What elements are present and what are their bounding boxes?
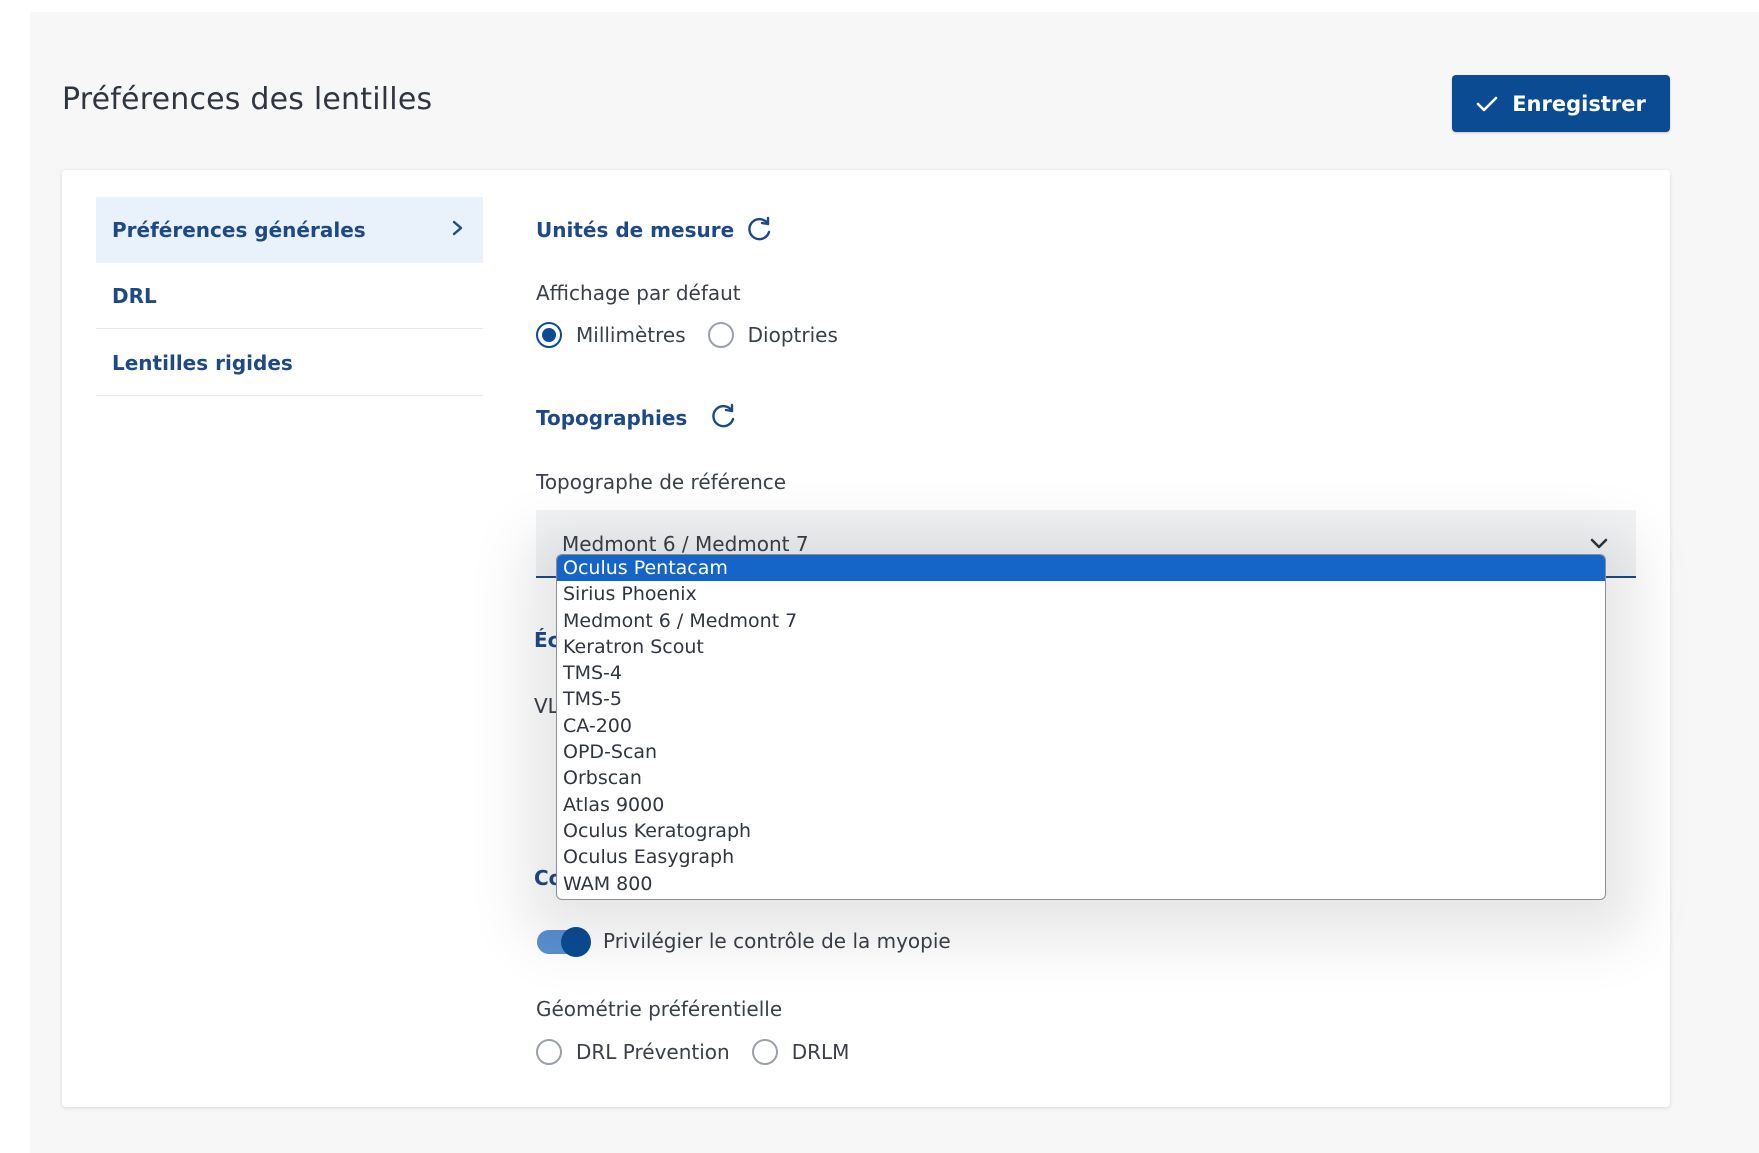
myopia-toggle-label: Privilégier le contrôle de la myopie [603,929,951,953]
dropdown-option[interactable]: Sirius Phoenix [557,581,1605,607]
check-icon [1476,96,1498,111]
radio-millimeters[interactable] [536,322,562,348]
sidebar-item-rigid-lenses[interactable]: Lentilles rigides [96,330,483,396]
sidebar-item-label: DRL [112,283,157,308]
select-value: Medmont 6 / Medmont 7 [562,532,809,556]
units-section-title: Unités de mesure [536,218,735,242]
geometry-label: Géométrie préférentielle [536,997,783,1021]
radio-dioptries[interactable] [707,322,734,348]
sidebar-item-general-preferences[interactable]: Préférences générales [96,197,483,263]
units-radio-group: Millimètres Dioptries [536,322,860,348]
radio-drlm-label: DRLM [791,1040,850,1064]
dropdown-option[interactable]: Orbscan [557,765,1605,791]
dropdown-option[interactable]: TMS-5 [557,686,1605,712]
dropdown-option[interactable]: Atlas 9000 [557,792,1605,818]
dropdown-option[interactable]: Oculus Easygraph [557,844,1605,870]
page-title: Préférences des lentilles [62,82,433,117]
topographies-section-title: Topographies [536,406,688,430]
dropdown-option[interactable]: CA-200 [557,713,1605,739]
dropdown-option[interactable]: WAM 800 [557,871,1605,897]
chevron-right-icon [452,220,463,236]
radio-millimeters-label: Millimètres [576,323,686,347]
dropdown-option[interactable]: Oculus Keratograph [557,818,1605,844]
sidebar-item-label: Lentilles rigides [112,350,293,375]
dropdown-option[interactable]: TMS-4 [557,660,1605,686]
dropdown-option[interactable]: Keratron Scout [557,634,1605,660]
radio-drl-prevention[interactable] [536,1039,562,1065]
refresh-icon[interactable] [746,215,774,243]
reference-topographer-label: Topographe de référence [536,470,787,494]
sidebar-item-drl[interactable]: DRL [96,263,483,329]
radio-drl-prevention-label: DRL Prévention [576,1040,730,1064]
topographer-dropdown-list: Oculus Pentacam Sirius Phoenix Medmont 6 /… [556,554,1606,900]
radio-drlm[interactable] [751,1039,778,1065]
save-button[interactable]: Enregistrer [1452,75,1670,132]
default-display-label: Affichage par défaut [536,281,741,305]
chevron-down-icon [1590,538,1608,549]
refresh-icon[interactable] [710,402,738,430]
save-button-label: Enregistrer [1512,91,1646,116]
myopia-toggle[interactable] [537,927,591,957]
sidebar-item-label: Préférences générales [112,218,366,242]
dropdown-option[interactable]: Medmont 6 / Medmont 7 [557,608,1605,634]
dropdown-option[interactable]: Oculus Pentacam [557,555,1605,582]
radio-dioptries-label: Dioptries [747,323,838,347]
dropdown-option[interactable]: OPD-Scan [557,739,1605,765]
geometry-radio-group: DRL Prévention DRLM [536,1039,871,1065]
